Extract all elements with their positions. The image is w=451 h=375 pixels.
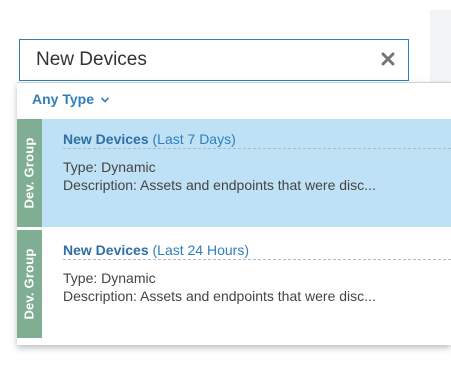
result-title[interactable]: New Devices (Last 24 Hours) <box>63 242 451 260</box>
chevron-down-icon <box>100 97 110 103</box>
close-x-icon[interactable] <box>378 49 398 69</box>
result-title[interactable]: New Devices (Last 7 Days) <box>63 131 451 149</box>
result-description: Description: Assets and endpoints that w… <box>63 288 376 304</box>
result-name: New Devices <box>63 242 149 258</box>
result-item[interactable]: Dev. Group New Devices (Last 7 Days) Typ… <box>17 119 451 227</box>
result-item[interactable]: Dev. Group New Devices (Last 24 Hours) T… <box>17 230 451 338</box>
result-range: (Last 24 Hours) <box>152 242 249 258</box>
result-type: Type: Dynamic <box>63 159 156 175</box>
type-filter-label: Any Type <box>32 91 94 107</box>
result-range: (Last 7 Days) <box>152 131 236 147</box>
search-results-dropdown: Any Type Dev. Group New Devices (Last 7 … <box>17 82 451 345</box>
device-group-tag: Dev. Group <box>17 119 42 227</box>
result-type: Type: Dynamic <box>63 270 156 286</box>
device-group-tag: Dev. Group <box>17 230 42 338</box>
result-description: Description: Assets and endpoints that w… <box>63 177 376 193</box>
result-name: New Devices <box>63 131 149 147</box>
search-box[interactable] <box>19 39 409 81</box>
type-filter-dropdown[interactable]: Any Type <box>32 91 110 107</box>
search-input[interactable] <box>36 40 366 80</box>
filter-bar: Any Type <box>17 83 451 117</box>
